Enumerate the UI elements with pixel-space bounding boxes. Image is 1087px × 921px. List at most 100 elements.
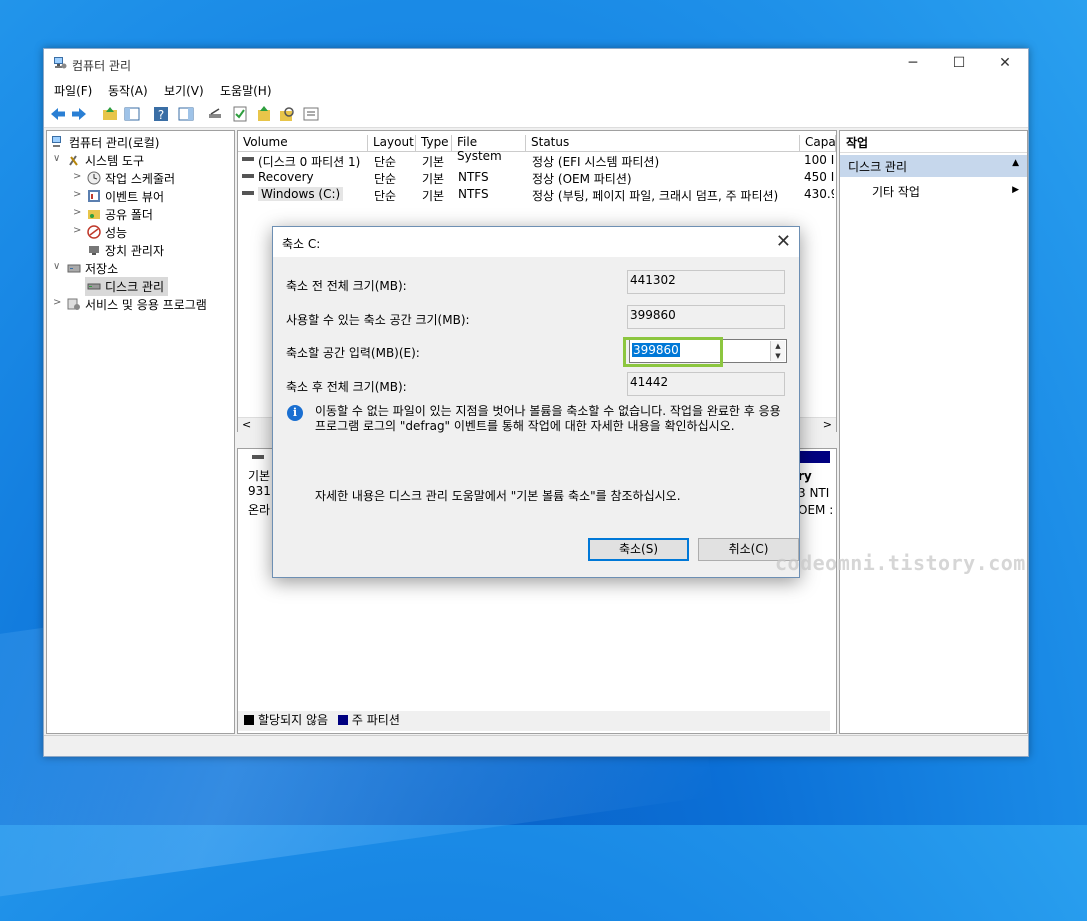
menu-file[interactable]: 파일(F) [54, 82, 92, 99]
help-icon[interactable]: ? [152, 105, 170, 123]
watermark-text: codeomni.tistory.com [775, 551, 1026, 575]
tree-item-storage[interactable]: 저장소 [67, 260, 118, 277]
list-view-icon[interactable] [302, 105, 320, 123]
services-icon [67, 298, 80, 310]
cell-capacity: 100 I [804, 153, 834, 167]
legend-unallocated: 할당되지 않음 [258, 713, 329, 727]
unallocated-swatch [244, 715, 254, 725]
device-manager-icon [89, 246, 99, 255]
chevron-right-icon[interactable]: > [73, 171, 81, 182]
info-message: 이동할 수 없는 파일이 있는 지점을 벗어나 볼륨을 축소할 수 없습니다. … [315, 404, 781, 433]
properties-checkmark-icon[interactable] [231, 105, 249, 123]
tree-item-task-scheduler[interactable]: 작업 스케줄러 [87, 170, 175, 187]
chevron-right-icon[interactable]: > [73, 207, 81, 218]
action-disk-management[interactable]: 디스크 관리 ▲ [840, 155, 1027, 177]
performance-icon [87, 225, 101, 239]
cell-capacity: 430.9 [804, 187, 834, 201]
column-file-system[interactable]: File System [452, 135, 526, 163]
available-space-value: 399860 [627, 305, 785, 329]
total-after-label: 축소 후 전체 크기(MB): [286, 380, 407, 394]
cell-volume: Recovery [258, 170, 314, 184]
tree-item-disk-management[interactable]: 디스크 관리 [85, 277, 169, 296]
cell-layout: 단순 [374, 155, 397, 169]
menu-help[interactable]: 도움말(H) [220, 82, 272, 99]
total-after-value: 41442 [627, 372, 785, 396]
spin-buttons[interactable]: ▲ ▼ [770, 341, 785, 361]
show-hide-console-tree-icon[interactable] [123, 105, 141, 123]
shrink-amount-label: 축소할 공간 입력(MB)(E): [286, 346, 420, 360]
cell-type: 기본 [422, 155, 445, 169]
help-message: 자세한 내용은 디스크 관리 도움말에서 "기본 볼륨 축소"를 참조하십시오. [315, 489, 681, 503]
clock-icon [87, 171, 101, 185]
collapse-up-icon[interactable]: ▲ [1012, 158, 1019, 168]
chevron-down-icon[interactable]: ∨ [53, 153, 60, 164]
tree-item-system-tools[interactable]: 시스템 도구 [67, 152, 144, 169]
total-before-label: 축소 전 전체 크기(MB): [286, 279, 407, 293]
minimize-button[interactable]: ─ [890, 49, 936, 79]
action-more-actions[interactable]: 기타 작업 [872, 183, 920, 200]
forward-arrow-icon[interactable] [70, 105, 88, 123]
svg-text:?: ? [158, 108, 164, 122]
connect-icon[interactable] [206, 105, 224, 123]
cell-status: 정상 (부팅, 페이지 파일, 크래시 덤프, 주 파티션) [532, 189, 779, 203]
window-title: 컴퓨터 관리 [72, 59, 132, 73]
chevron-down-icon[interactable]: ∨ [53, 261, 60, 272]
spin-up-icon[interactable]: ▲ [771, 341, 785, 351]
close-window-button[interactable]: ✕ [982, 49, 1028, 79]
cell-layout: 단순 [374, 189, 397, 203]
maximize-button[interactable]: ☐ [936, 49, 982, 79]
tree-item-label: 시스템 도구 [85, 154, 145, 168]
chevron-right-icon[interactable]: > [53, 297, 61, 308]
back-arrow-icon[interactable] [49, 105, 67, 123]
show-hide-action-pane-icon[interactable] [177, 105, 195, 123]
column-layout[interactable]: Layout [368, 135, 416, 151]
status-bar [44, 735, 1028, 756]
volume-icon [242, 174, 254, 178]
spin-down-icon[interactable]: ▼ [771, 351, 785, 361]
partition-status-fragment: OEM : [798, 503, 834, 517]
up-folder-icon[interactable] [101, 105, 119, 123]
cell-layout: 단순 [374, 172, 397, 186]
export-list-icon[interactable] [255, 105, 273, 123]
tree-item-event-viewer[interactable]: 이벤트 뷰어 [87, 188, 164, 205]
tree-item-label: 작업 스케줄러 [105, 172, 176, 186]
tree-item-shared-folders[interactable]: 공유 폴더 [87, 206, 153, 223]
scroll-left-icon[interactable]: < [242, 418, 251, 431]
column-status[interactable]: Status [526, 135, 800, 151]
cell-fs: NTFS [458, 170, 489, 184]
title-bar[interactable]: 컴퓨터 관리 ─ ☐ ✕ [44, 49, 1028, 79]
cell-volume: (디스크 0 파티션 1) [258, 155, 361, 169]
menu-view[interactable]: 보기(V) [164, 82, 204, 99]
scroll-right-icon[interactable]: > [823, 418, 832, 431]
table-row[interactable]: Recovery 단순 기본 NTFS 정상 (OEM 파티션) 450 I [238, 169, 836, 186]
menu-action[interactable]: 동작(A) [108, 82, 148, 99]
actions-header: 작업 [840, 131, 1027, 153]
partition-name-fragment: ry [798, 469, 812, 483]
computer-management-icon [54, 57, 67, 69]
submenu-arrow-icon[interactable]: ▶ [1012, 185, 1019, 195]
column-capacity[interactable]: Capa [800, 135, 836, 151]
cell-fs: NTFS [458, 187, 489, 201]
console-tree: 컴퓨터 관리(로컬) ∨ 시스템 도구 > 작업 스케줄러 > 이벤트 뷰어 >… [46, 130, 235, 734]
column-volume[interactable]: Volume [238, 135, 368, 151]
chevron-right-icon[interactable]: > [73, 225, 81, 236]
column-type[interactable]: Type [416, 135, 452, 151]
legend: 할당되지 않음 주 파티션 [238, 711, 830, 731]
shrink-button[interactable]: 축소(S) [588, 538, 689, 561]
table-row[interactable]: Windows (C:) 단순 기본 NTFS 정상 (부팅, 페이지 파일, … [238, 186, 836, 203]
legend-primary: 주 파티션 [351, 713, 400, 727]
tree-item-label: 저장소 [85, 262, 119, 276]
chevron-right-icon[interactable]: > [73, 189, 81, 200]
search-folder-icon[interactable] [278, 105, 296, 123]
tree-item-label: 서비스 및 응용 프로그램 [85, 298, 207, 312]
cell-status: 정상 (EFI 시스템 파티션) [532, 155, 660, 169]
dialog-close-icon[interactable]: ✕ [776, 231, 791, 252]
tree-item-performance[interactable]: 성능 [87, 224, 127, 241]
tree-item-device-manager[interactable]: 장치 관리자 [87, 242, 164, 259]
table-row[interactable]: (디스크 0 파티션 1) 단순 기본 정상 (EFI 시스템 파티션) 100… [238, 152, 836, 169]
cell-volume: Windows (C:) [258, 187, 344, 201]
dialog-title-bar[interactable]: 축소 C: ✕ [273, 227, 799, 257]
tree-root[interactable]: 컴퓨터 관리(로컬) [51, 134, 159, 151]
tree-item-label: 디스크 관리 [105, 280, 165, 294]
tree-item-services[interactable]: 서비스 및 응용 프로그램 [67, 296, 207, 313]
